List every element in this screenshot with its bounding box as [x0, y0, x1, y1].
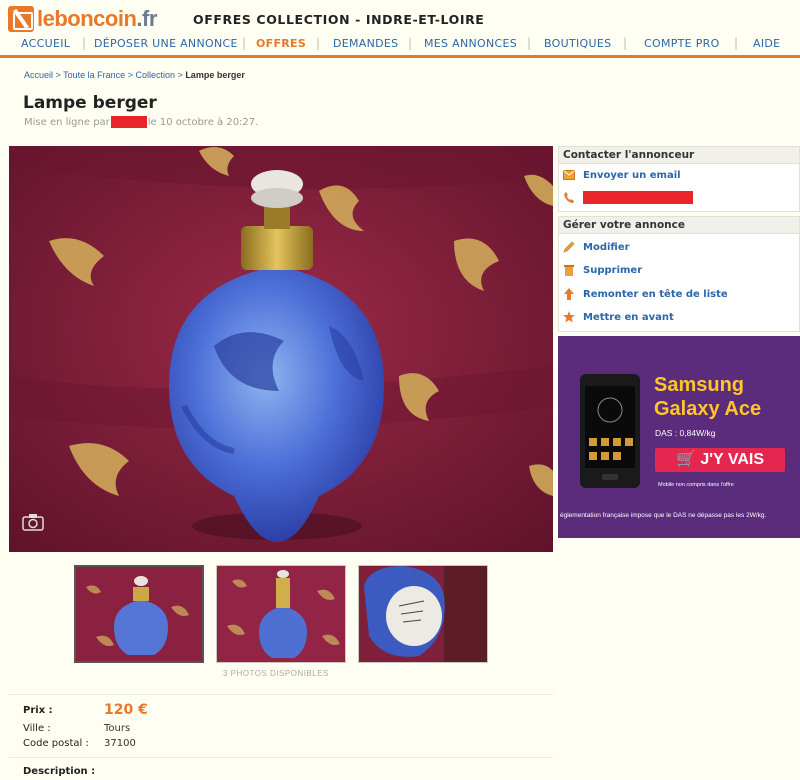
breadcrumb-separator: >	[55, 70, 61, 80]
city-label: Ville :	[23, 723, 51, 734]
price-label: Prix :	[23, 705, 53, 716]
city-value: Tours	[104, 723, 131, 734]
listing-title: Lampe berger	[23, 93, 157, 113]
nav-item-accueil[interactable]: ACCUEIL	[21, 37, 70, 50]
manage-panel-title: Gérer votre annonce	[559, 217, 799, 234]
breadcrumb-toute-la-france[interactable]: Toute la France	[63, 70, 125, 80]
breadcrumb-accueil[interactable]: Accueil	[24, 70, 53, 80]
ad-cta-label: J'Y VAIS	[700, 451, 765, 468]
thumbnail-2[interactable]	[216, 565, 346, 663]
ad-headline-2: Galaxy Ace	[654, 398, 762, 420]
star-icon	[563, 311, 575, 323]
posted-prefix: Mise en ligne par	[24, 117, 110, 128]
nav-separator: |	[82, 36, 87, 50]
thumbnail-image	[359, 566, 487, 662]
breadcrumb: Accueil > Toute la France > Collection >…	[24, 70, 245, 80]
arrow-up-icon	[563, 288, 575, 300]
contact-panel-title: Contacter l'annonceur	[559, 147, 799, 164]
pencil-icon	[563, 241, 575, 253]
breadcrumb-separator: >	[127, 70, 133, 80]
feature-button[interactable]: Mettre en avant	[563, 311, 674, 323]
thumbnail-image	[217, 566, 345, 662]
envelope-icon	[563, 169, 575, 181]
nav-separator: |	[734, 36, 739, 50]
nav-separator: |	[316, 36, 321, 50]
trash-icon	[563, 264, 575, 276]
modify-button[interactable]: Modifier	[563, 241, 630, 253]
ad-cta-button[interactable]: 🛒 J'Y VAIS	[655, 448, 785, 472]
cart-icon: 🛒	[675, 451, 696, 468]
nav-item-compte-pro[interactable]: COMPTE PRO	[644, 37, 720, 50]
divider	[9, 757, 553, 758]
posted-info: Mise en ligne par le 10 octobre à 20:27.	[24, 116, 258, 128]
delete-button[interactable]: Supprimer	[563, 264, 642, 276]
photos-count: 3 PHOTOS DISPONIBLES	[223, 669, 329, 678]
lampe-berger-photo	[9, 146, 553, 552]
breadcrumb-current: Lampe berger	[185, 70, 245, 80]
nav-separator: |	[242, 36, 247, 50]
ad-das: DAS : 0,84W/kg	[655, 428, 716, 438]
nav-separator: |	[527, 36, 532, 50]
camera-icon	[22, 514, 44, 531]
description-label: Description :	[23, 766, 96, 777]
send-email-label: Envoyer un email	[583, 169, 681, 181]
breadcrumb-separator: >	[177, 70, 183, 80]
main-photo[interactable]	[9, 146, 553, 552]
phone-row[interactable]	[563, 191, 693, 204]
postal-code-value: 37100	[104, 738, 136, 749]
breadcrumb-collection[interactable]: Collection	[135, 70, 175, 80]
delete-label: Supprimer	[583, 264, 643, 276]
nav-separator: |	[623, 36, 628, 50]
top-navigation: ACCUEIL | DÉPOSER UNE ANNONCE | OFFRES |…	[0, 32, 800, 58]
ad-headline-1: Samsung	[654, 374, 745, 396]
send-email-link[interactable]: Envoyer un email	[563, 169, 681, 181]
ad-disclaimer: Mobile non compris dans l'offre	[658, 482, 734, 488]
bump-to-top-button[interactable]: Remonter en tête de liste	[563, 288, 728, 300]
nav-item-mes-annonces[interactable]: MES ANNONCES	[424, 37, 517, 50]
nav-item-demandes[interactable]: DEMANDES	[333, 37, 398, 50]
nav-item-aide[interactable]: AIDE	[753, 37, 780, 50]
redacted-author	[110, 116, 147, 128]
samsung-advertisement[interactable]: Samsung Galaxy Ace DAS : 0,84W/kg 🛒 J'Y …	[558, 336, 800, 538]
redacted-phone	[583, 191, 693, 204]
section-title: OFFRES COLLECTION - INDRE-ET-LOIRE	[193, 12, 485, 27]
postal-code-label: Code postal :	[23, 738, 89, 749]
nav-item-deposer[interactable]: DÉPOSER UNE ANNONCE	[94, 37, 238, 50]
manage-panel: Gérer votre annonce Modifier Supprimer R…	[558, 216, 800, 332]
logo-text: leboncoin.fr	[37, 6, 157, 31]
divider	[9, 694, 553, 695]
contact-panel: Contacter l'annonceur Envoyer un email	[558, 146, 800, 212]
phone-icon	[563, 191, 575, 204]
bump-label: Remonter en tête de liste	[583, 288, 728, 300]
modify-label: Modifier	[583, 241, 630, 253]
feature-label: Mettre en avant	[583, 311, 674, 323]
thumbnail-image	[76, 567, 202, 661]
nav-item-boutiques[interactable]: BOUTIQUES	[544, 37, 611, 50]
thumbnail-3[interactable]	[358, 565, 488, 663]
posted-date: le 10 octobre à 20:27.	[147, 117, 259, 128]
ad-fine-print: églementation française impose que le DA…	[560, 512, 767, 519]
site-logo[interactable]: leboncoin.fr	[8, 5, 157, 33]
phone-image	[580, 374, 640, 488]
nav-separator: |	[408, 36, 413, 50]
price-value: 120 €	[104, 702, 148, 718]
nav-item-offres[interactable]: OFFRES	[256, 37, 306, 50]
thumbnail-1[interactable]	[74, 565, 204, 663]
logo-icon	[8, 6, 34, 32]
